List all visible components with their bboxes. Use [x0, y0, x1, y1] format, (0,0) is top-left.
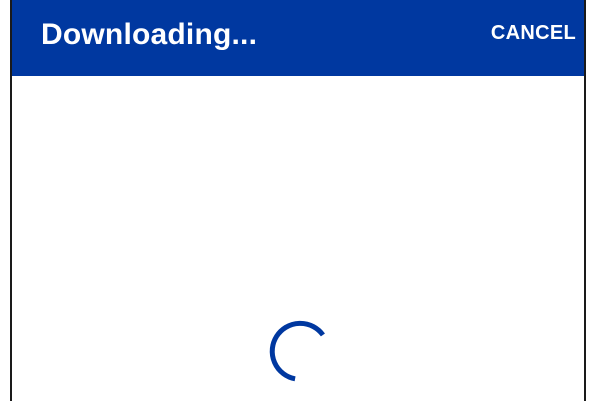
dialog-header: Downloading... CANCEL [12, 0, 584, 76]
download-dialog: Downloading... CANCEL [10, 0, 586, 401]
cancel-button[interactable]: CANCEL [491, 20, 576, 46]
dialog-title: Downloading... [41, 18, 258, 51]
dialog-body [12, 76, 584, 401]
loading-spinner-icon [269, 320, 325, 382]
